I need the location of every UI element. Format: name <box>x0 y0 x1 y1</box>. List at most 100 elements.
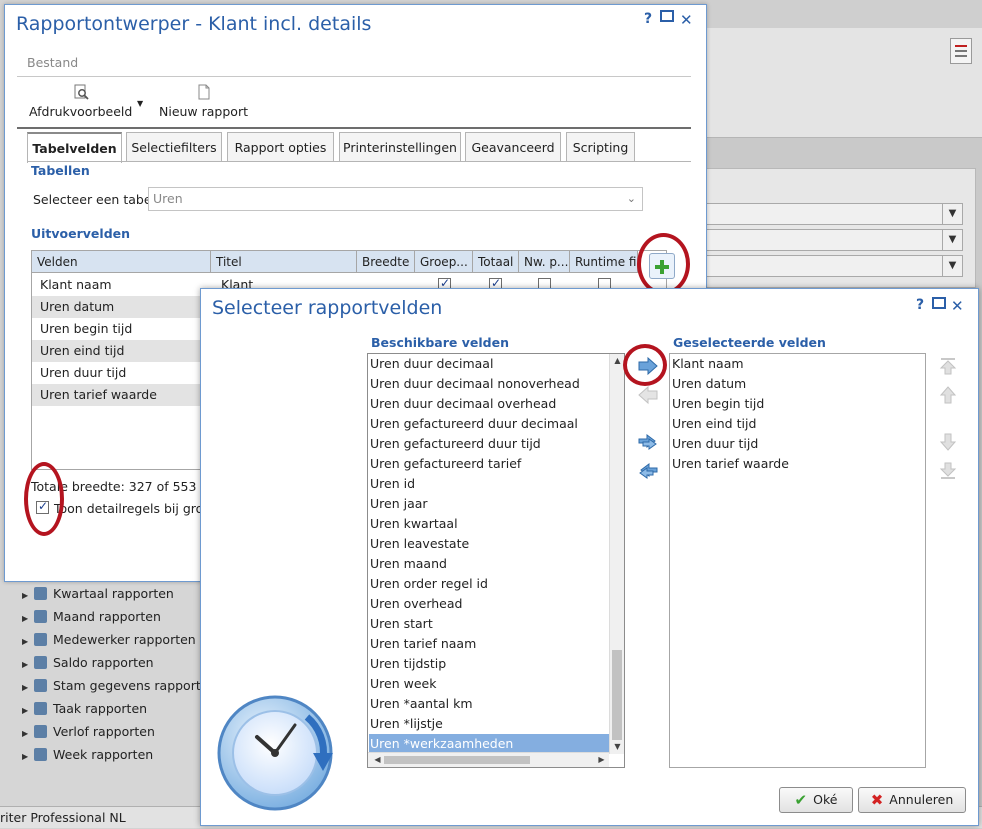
expand-icon[interactable]: ▶ <box>22 700 34 722</box>
folder-icon <box>34 748 47 761</box>
table-row[interactable]: Uren eind tijd <box>32 340 211 362</box>
move-all-left-icon[interactable] <box>637 461 659 481</box>
tree-item-medewerker[interactable]: ▶ Medewerker rapporten <box>22 629 196 651</box>
list-item[interactable]: Uren order regel id <box>369 574 609 594</box>
maximize-icon[interactable] <box>932 297 946 309</box>
col-breedte[interactable]: Breedte <box>357 251 415 273</box>
col-titel[interactable]: Titel <box>211 251 357 273</box>
expand-icon[interactable]: ▶ <box>22 631 34 653</box>
tab-tabelvelden[interactable]: Tabelvelden <box>27 132 122 163</box>
list-item[interactable]: Uren start <box>369 614 609 634</box>
tab-strip-line <box>17 127 691 129</box>
tab-scripting[interactable]: Scripting <box>566 132 635 162</box>
tree-item-taak[interactable]: ▶ Taak rapporten <box>22 698 147 720</box>
move-up-icon[interactable] <box>937 385 959 405</box>
list-item[interactable]: Uren gefactureerd duur tijd <box>369 434 609 454</box>
scroll-right-icon[interactable]: ▶ <box>594 755 609 764</box>
list-item[interactable]: Uren eind tijd <box>671 414 756 434</box>
move-down-icon[interactable] <box>937 432 959 452</box>
scroll-down-icon[interactable]: ▼ <box>610 742 624 751</box>
preview-button[interactable]: Afdrukvoorbeeld <box>29 84 132 119</box>
report-doc-icon[interactable] <box>950 38 972 64</box>
cancel-button[interactable]: ✖ Annuleren <box>858 787 966 813</box>
list-item[interactable]: Uren duur decimaal <box>369 354 609 374</box>
col-runtime[interactable]: Runtime fi... <box>570 251 638 273</box>
list-item[interactable]: Uren tarief naam <box>369 634 609 654</box>
col-nw-pagina[interactable]: Nw. p... <box>519 251 570 273</box>
table-row[interactable]: Uren begin tijd <box>32 318 211 340</box>
list-item[interactable]: Uren duur decimaal nonoverhead <box>369 374 609 394</box>
list-item[interactable]: Uren datum <box>671 374 746 394</box>
expand-icon[interactable]: ▶ <box>22 723 34 745</box>
expand-icon[interactable]: ▶ <box>22 608 34 630</box>
available-fields-list[interactable]: Uren duur decimaal Uren duur decimaal non… <box>367 353 625 768</box>
help-icon[interactable]: ? <box>916 297 924 313</box>
tree-item-stam[interactable]: ▶ Stam gegevens rapporte <box>22 675 208 697</box>
list-item[interactable]: Uren tijdstip <box>369 654 609 674</box>
tab-geavanceerd[interactable]: Geavanceerd <box>465 132 561 162</box>
list-item[interactable]: Uren kwartaal <box>369 514 609 534</box>
background-select-3[interactable]: ▼ <box>701 255 963 277</box>
preview-dropdown-icon[interactable]: ▼ <box>137 99 143 108</box>
table-row[interactable]: Uren duur tijd <box>32 362 211 384</box>
expand-icon[interactable]: ▶ <box>22 585 34 607</box>
expand-icon[interactable]: ▶ <box>22 677 34 699</box>
selected-fields-list[interactable]: Klant naam Uren datum Uren begin tijd Uren … <box>669 353 926 768</box>
move-bottom-icon[interactable] <box>937 461 959 481</box>
expand-icon[interactable]: ▶ <box>22 654 34 676</box>
vertical-scrollbar[interactable]: ▲ ▼ <box>609 354 624 754</box>
move-top-icon[interactable] <box>937 356 959 376</box>
table-row[interactable]: Uren datum <box>32 296 211 318</box>
list-item[interactable]: Uren gefactureerd tarief <box>369 454 609 474</box>
list-item[interactable]: Uren *werkzaamheden <box>369 734 609 754</box>
scroll-thumb[interactable] <box>612 650 622 740</box>
move-left-icon[interactable] <box>637 385 659 405</box>
hscroll-thumb[interactable] <box>384 756 530 764</box>
list-item[interactable]: Uren *aantal km <box>369 694 609 714</box>
close-icon[interactable]: ✕ <box>951 297 964 315</box>
tree-item-week[interactable]: ▶ Week rapporten <box>22 744 153 766</box>
ok-button[interactable]: ✔ Oké <box>779 787 853 813</box>
table-row[interactable]: Klant naam <box>32 274 211 296</box>
list-item[interactable]: Uren duur decimaal overhead <box>369 394 609 414</box>
tree-item-kwartaal[interactable]: ▶ Kwartaal rapporten <box>22 583 174 605</box>
col-totaal[interactable]: Totaal <box>473 251 519 273</box>
list-item[interactable]: Uren *lijstje <box>369 714 609 734</box>
maximize-icon[interactable] <box>660 10 674 22</box>
help-icon[interactable]: ? <box>644 11 652 27</box>
background-select-1[interactable]: ▼ <box>701 203 963 225</box>
col-velden[interactable]: Velden <box>32 251 211 273</box>
background-select-2[interactable]: ▼ <box>701 229 963 251</box>
close-icon[interactable]: ✕ <box>680 11 693 29</box>
clock-icon <box>217 695 333 811</box>
tree-item-saldo[interactable]: ▶ Saldo rapporten <box>22 652 154 674</box>
folder-icon <box>34 702 47 715</box>
scroll-left-icon[interactable]: ◀ <box>370 755 385 764</box>
new-report-button[interactable]: Nieuw rapport <box>159 84 248 119</box>
list-item[interactable]: Uren week <box>369 674 609 694</box>
horizontal-scrollbar[interactable]: ◀ ▶ <box>368 752 609 767</box>
list-item[interactable]: Uren duur tijd <box>671 434 758 454</box>
folder-icon <box>34 587 47 600</box>
tab-printerinstellingen[interactable]: Printerinstellingen <box>339 132 461 162</box>
list-item[interactable]: Uren overhead <box>369 594 609 614</box>
list-item[interactable]: Uren jaar <box>369 494 609 514</box>
tab-rapport-opties[interactable]: Rapport opties <box>227 132 334 162</box>
tree-item-maand[interactable]: ▶ Maand rapporten <box>22 606 161 628</box>
col-groep[interactable]: Groep... <box>415 251 473 273</box>
list-item[interactable]: Uren gefactureerd duur decimaal <box>369 414 609 434</box>
list-item[interactable]: Uren tarief waarde <box>671 454 789 474</box>
table-row[interactable]: Uren tarief waarde <box>32 384 211 406</box>
menu-bestand[interactable]: Bestand <box>27 55 78 70</box>
expand-icon[interactable]: ▶ <box>22 746 34 768</box>
list-item[interactable]: Uren maand <box>369 554 609 574</box>
list-item[interactable]: Klant naam <box>671 354 744 374</box>
highlight-detail-checkbox <box>24 462 64 536</box>
tab-selectiefilters[interactable]: Selectiefilters <box>126 132 222 162</box>
tree-item-verlof[interactable]: ▶ Verlof rapporten <box>22 721 155 743</box>
move-all-right-icon[interactable] <box>637 432 659 452</box>
list-item[interactable]: Uren begin tijd <box>671 394 764 414</box>
list-item[interactable]: Uren leavestate <box>369 534 609 554</box>
select-table-combo[interactable]: Uren ⌄ <box>148 187 643 211</box>
list-item[interactable]: Uren id <box>369 474 609 494</box>
